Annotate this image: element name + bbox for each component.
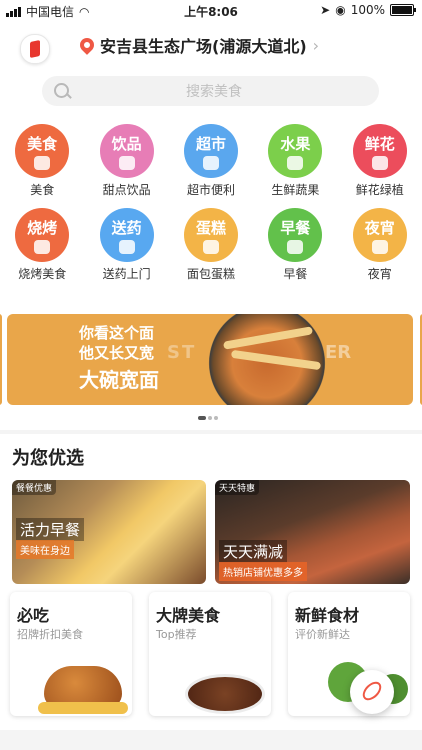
card-title: 活力早餐 (16, 518, 85, 541)
search-input[interactable] (72, 76, 356, 108)
banner-line-1: 你看这个面 (79, 324, 155, 342)
card-subtitle: 美味在身边 (16, 540, 74, 559)
category-item-flowers[interactable]: 鲜花 鲜花绿植 (338, 124, 422, 198)
category-item-cake[interactable]: 蛋糕 面包蛋糕 (169, 208, 253, 282)
banner-watermark-left: ST (167, 342, 197, 363)
category-label: 早餐 (283, 267, 308, 281)
tile-brand-food[interactable]: 大牌美食 Top推荐 (149, 592, 271, 716)
carousel-dot (214, 416, 218, 420)
recommend-section: 为您优选 餐餐优惠 活力早餐 美味在身边 天天特惠 天天满减 热销店铺优惠多多 … (0, 434, 422, 750)
category-item-bbq[interactable]: 烧烤 烧烤美食 (0, 208, 84, 282)
carousel-dot (208, 416, 212, 420)
compass-button[interactable] (350, 670, 394, 714)
category-item-fruit[interactable]: 水果 生鲜蔬果 (253, 124, 337, 198)
supermarket-icon: 超市 (183, 124, 238, 178)
category-label: 夜宵 (367, 267, 392, 281)
tile-title: 大牌美食 (156, 606, 221, 625)
tile-subtitle: Top推荐 (156, 628, 197, 641)
category-label: 送药上门 (102, 267, 151, 281)
battery-percent: 100% (350, 3, 385, 17)
carousel-indicator (198, 416, 218, 420)
category-item-breakfast[interactable]: 早餐 早餐 (253, 208, 337, 282)
category-item-food[interactable]: 美食 美食 (0, 124, 84, 198)
tile-subtitle: 评价新鲜达 (295, 628, 350, 641)
promo-banner[interactable]: 你看这个面 他又长又宽 大碗宽面 ST ER (7, 314, 413, 405)
chevron-right-icon: › (312, 35, 320, 55)
banner-section: 你看这个面 他又长又宽 大碗宽面 ST ER (0, 312, 422, 430)
drink-icon: 饮品 (99, 124, 154, 178)
late-night-icon: 夜宵 (352, 208, 407, 262)
location-arrow-icon: ➤ (320, 3, 331, 17)
alarm-icon: ◉ (335, 3, 346, 17)
roast-chicken-icon (38, 666, 128, 714)
category-item-medicine[interactable]: 送药 送药上门 (84, 208, 168, 282)
promo-card-breakfast[interactable]: 餐餐优惠 活力早餐 美味在身边 (12, 480, 206, 584)
medicine-icon: 送药 (99, 208, 154, 262)
steak-icon (185, 674, 265, 714)
cake-icon: 蛋糕 (183, 208, 238, 262)
card-title: 天天满减 (219, 540, 288, 563)
logo-icon (30, 39, 40, 59)
promo-card-discount[interactable]: 天天特惠 天天满减 热销店铺优惠多多 (215, 480, 410, 584)
bbq-icon: 烧烤 (15, 208, 70, 262)
banner-watermark-right: ER (325, 342, 352, 363)
card-subtitle: 热销店铺优惠多多 (219, 562, 307, 581)
next-section-peek (0, 730, 422, 750)
tile-subtitle: 招牌折扣美食 (17, 628, 83, 641)
carousel-dot-active (198, 416, 206, 420)
category-item-supermarket[interactable]: 超市 超市便利 (169, 124, 253, 198)
app-logo-button[interactable] (20, 34, 50, 64)
banner-line-2: 他又长又宽 (79, 344, 155, 362)
header: 安吉县生态广场(浦源大道北) › 美食 美食 饮品 甜点饮品 超市 超市便利 水… (0, 22, 422, 312)
category-label: 超市便利 (186, 183, 235, 197)
food-icon: 美食 (15, 124, 70, 178)
tile-title: 新鲜食材 (295, 606, 360, 625)
category-grid: 美食 美食 饮品 甜点饮品 超市 超市便利 水果 生鲜蔬果 鲜花 鲜花绿植 烧烤… (0, 124, 422, 282)
category-label: 生鲜蔬果 (271, 183, 320, 197)
breakfast-icon: 早餐 (268, 208, 323, 262)
card-tag: 餐餐优惠 (12, 480, 57, 495)
section-title: 为您优选 (12, 448, 84, 469)
category-item-drinks[interactable]: 饮品 甜点饮品 (84, 124, 168, 198)
location-selector[interactable]: 安吉县生态广场(浦源大道北) › (77, 33, 320, 57)
card-tag: 天天特惠 (215, 480, 260, 495)
flower-icon: 鲜花 (352, 124, 407, 178)
category-label: 鲜花绿植 (355, 183, 404, 197)
category-label: 甜点饮品 (102, 183, 151, 197)
category-item-late-night[interactable]: 夜宵 夜宵 (338, 208, 422, 282)
category-label: 烧烤美食 (18, 267, 67, 281)
tile-must-eat[interactable]: 必吃 招牌折扣美食 (10, 592, 132, 716)
search-icon (54, 83, 69, 98)
fruit-icon: 水果 (268, 124, 323, 178)
battery-icon (390, 4, 416, 16)
noodle-bowl-image (203, 314, 331, 405)
location-text: 安吉县生态广场(浦源大道北) (100, 37, 307, 56)
tile-title: 必吃 (17, 606, 50, 625)
compass-icon (359, 678, 385, 704)
category-label: 美食 (30, 183, 55, 197)
category-label: 面包蛋糕 (186, 267, 235, 281)
status-bar: 中国电信 ◠ 上午8:06 ➤ ◉ 100% (0, 0, 422, 22)
search-bar[interactable] (42, 76, 379, 108)
banner-prev-peek[interactable] (0, 314, 2, 405)
location-pin-icon (77, 35, 97, 55)
banner-line-3: 大碗宽面 (79, 368, 159, 392)
